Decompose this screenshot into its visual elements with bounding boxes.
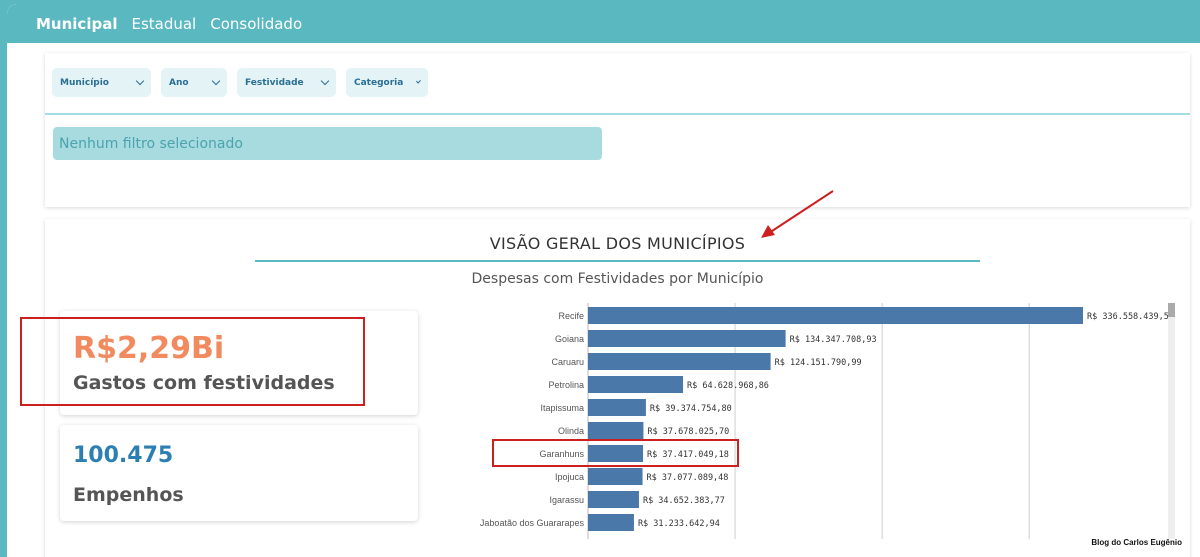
value-label: R$ 39.374.754,80	[650, 404, 732, 414]
festividade-filter-label: Festividade	[245, 77, 304, 88]
municipio-filter-dropdown[interactable]: Município	[52, 68, 151, 97]
category-label: Olinda	[558, 426, 584, 436]
bar	[588, 330, 786, 347]
top-nav: Municipal Estadual Consolidado	[7, 4, 1200, 43]
filter-bar: Município Ano Festividade Categoria	[52, 68, 428, 97]
category-label: Caruaru	[551, 357, 584, 367]
tab-consolidado[interactable]: Consolidado	[210, 15, 302, 33]
festividade-filter-dropdown[interactable]: Festividade	[237, 68, 336, 97]
bar	[588, 307, 1083, 324]
watermark-credit: Blog do Carlos Eugênio	[1091, 538, 1182, 547]
value-label: R$ 64.628.968,86	[687, 381, 769, 391]
bar	[588, 353, 771, 370]
chevron-down-icon	[135, 76, 145, 85]
category-label: Recife	[558, 311, 584, 321]
bar	[588, 514, 634, 531]
municipio-filter-label: Município	[60, 77, 109, 88]
highlight-box-garanhuns	[492, 439, 739, 467]
scrollbar-track	[1168, 303, 1175, 539]
category-label: Goiana	[555, 334, 584, 344]
app-window: Municipal Estadual Consolidado Município…	[7, 4, 1200, 557]
categoria-filter-label: Categoria	[354, 77, 404, 88]
value-label: R$ 37.077.089,48	[647, 473, 729, 483]
scrollbar-thumb[interactable]	[1168, 303, 1175, 317]
category-label: Ipojuca	[555, 472, 584, 482]
bar	[588, 399, 646, 416]
value-label: R$ 31.233.642,94	[638, 519, 720, 529]
bar	[588, 491, 639, 508]
filter-divider	[45, 113, 1190, 115]
value-label: R$ 134.347.708,93	[790, 335, 877, 345]
no-filter-notice: Nenhum filtro selecionado	[53, 127, 602, 160]
chevron-down-icon	[416, 78, 422, 83]
filter-panel: Município Ano Festividade Categoria Nenh…	[45, 53, 1190, 207]
highlight-box-kpi	[20, 317, 365, 406]
bar	[588, 422, 644, 439]
bar	[588, 468, 643, 485]
chevron-down-icon	[320, 76, 330, 85]
value-label: R$ 336.558.439,55	[1087, 312, 1174, 322]
annotation-arrow	[761, 190, 834, 238]
ano-filter-dropdown[interactable]: Ano	[161, 68, 227, 97]
category-label: Itapissuma	[540, 403, 584, 413]
category-label: Igarassu	[549, 495, 584, 505]
tab-municipal[interactable]: Municipal	[36, 15, 117, 33]
ano-filter-label: Ano	[169, 77, 189, 88]
value-label: R$ 34.652.383,77	[643, 496, 725, 506]
tab-estadual[interactable]: Estadual	[131, 15, 196, 33]
category-label: Jaboatão dos Guararapes	[480, 518, 585, 528]
bar	[588, 376, 684, 393]
categoria-filter-dropdown[interactable]: Categoria	[346, 68, 428, 97]
value-label: R$ 124.151.790,99	[775, 358, 862, 368]
value-label: R$ 37.678.025,70	[647, 427, 729, 437]
chevron-down-icon	[211, 76, 221, 85]
category-label: Petrolina	[548, 380, 584, 390]
